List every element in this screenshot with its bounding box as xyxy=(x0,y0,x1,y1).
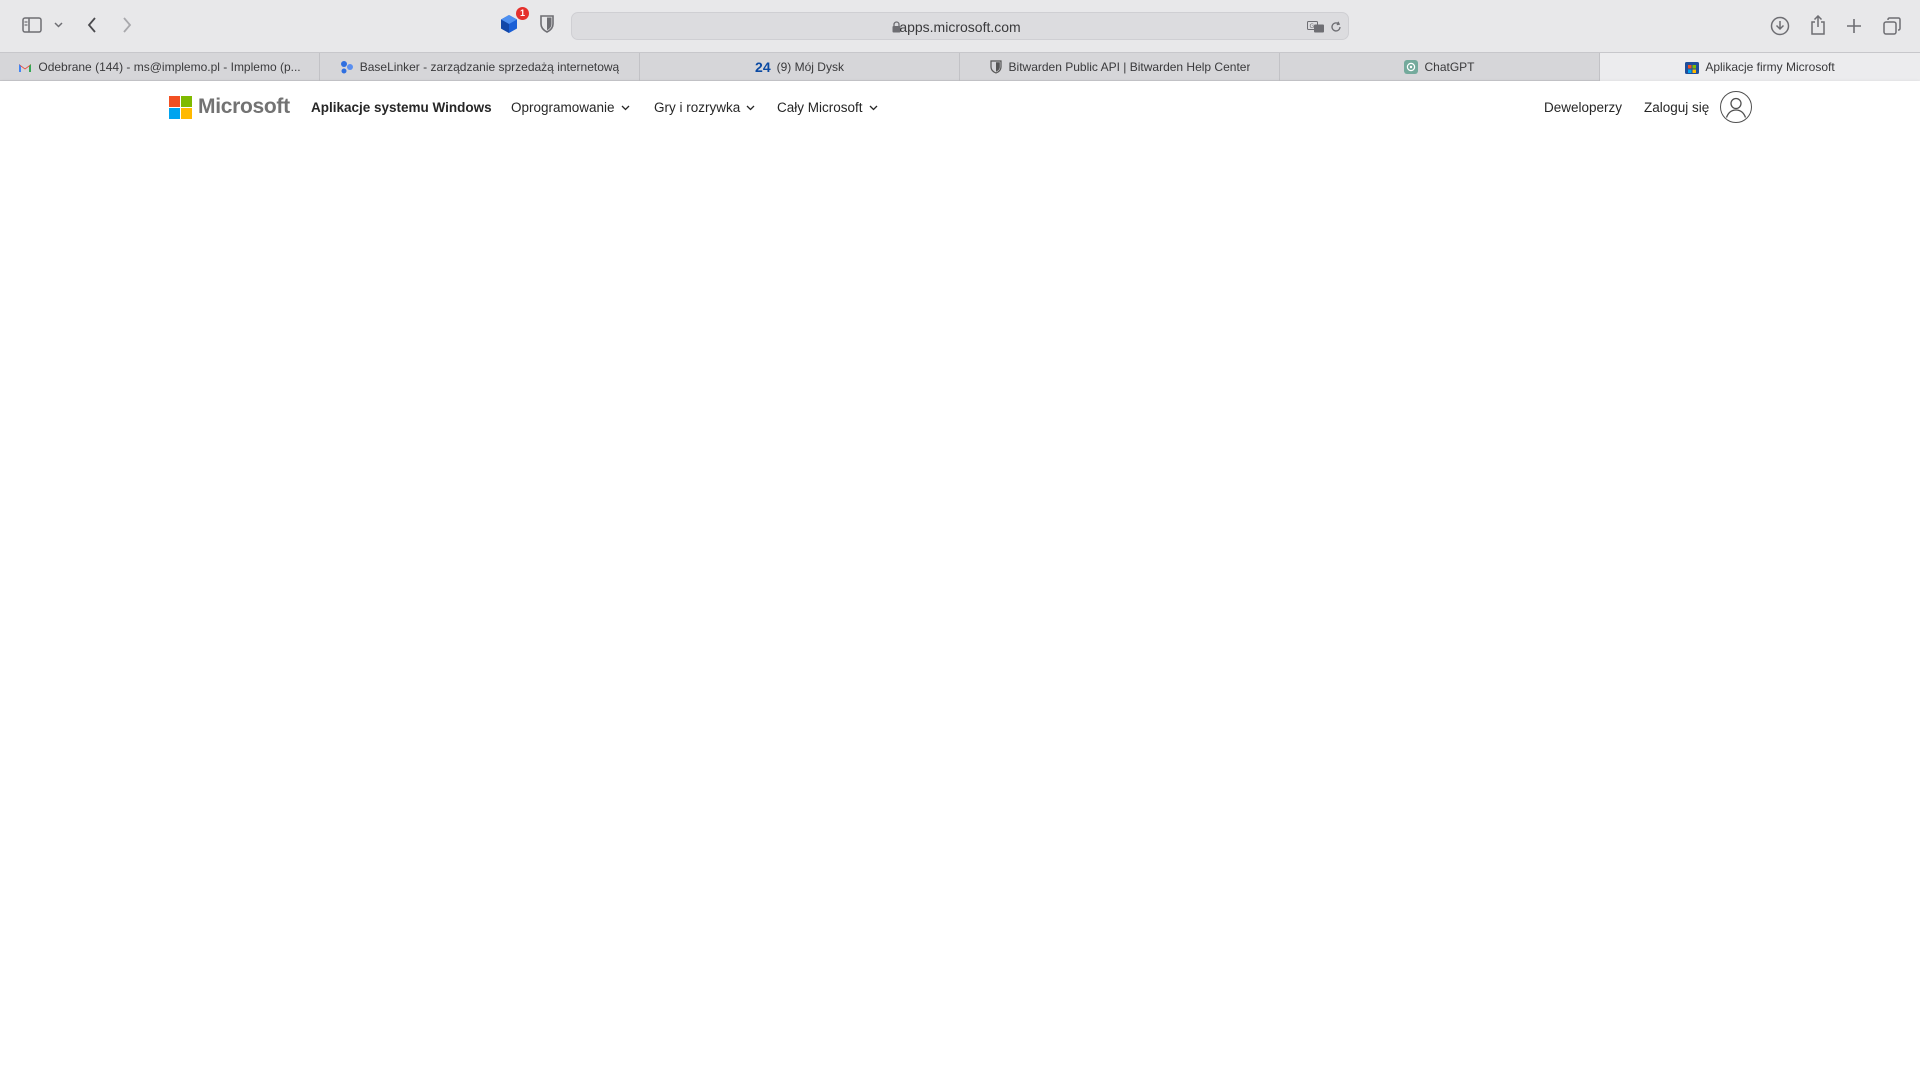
translate-icon[interactable]: G xyxy=(1306,19,1326,35)
tab-overview-icon[interactable] xyxy=(1880,14,1904,38)
chatgpt-icon xyxy=(1404,60,1419,74)
tab-bitwarden[interactable]: Bitwarden Public API | Bitwarden Help Ce… xyxy=(960,53,1280,81)
microsoft-logo-icon xyxy=(169,95,192,119)
reload-icon[interactable] xyxy=(1328,19,1344,35)
avatar[interactable] xyxy=(1720,91,1752,123)
microsoft-store-icon xyxy=(1685,60,1700,74)
gmail-icon xyxy=(18,60,32,74)
tab-gmail[interactable]: Odebrane (144) - ms@implemo.pl - Implemo… xyxy=(0,53,320,81)
microsoft-logo[interactable]: Microsoft xyxy=(169,95,290,119)
tab-label: BaseLinker - zarządzanie sprzedażą inter… xyxy=(359,60,620,74)
dysk-24-icon: 24 xyxy=(755,59,771,75)
chevron-down-icon xyxy=(746,105,755,110)
bitwarden-shield-icon xyxy=(989,60,1003,74)
nav-developers[interactable]: Deweloperzy xyxy=(1544,81,1622,134)
tab-moj-dysk[interactable]: 24 (9) Mój Dysk xyxy=(640,53,960,81)
nav-games[interactable]: Gry i rozrywka xyxy=(654,81,755,134)
forward-icon[interactable] xyxy=(117,14,137,36)
sign-in-link[interactable]: Zaloguj się xyxy=(1644,81,1709,134)
nav-software[interactable]: Oprogramowanie xyxy=(511,81,630,134)
chevron-down-icon xyxy=(869,105,877,110)
tab-chatgpt[interactable]: ChatGPT xyxy=(1280,53,1600,81)
url-text: apps.microsoft.com xyxy=(899,19,1021,35)
back-icon[interactable] xyxy=(82,14,102,36)
baselinker-icon xyxy=(340,60,354,74)
sign-in-label: Zaloguj się xyxy=(1644,100,1710,115)
bitwarden-shield-icon[interactable] xyxy=(536,13,558,35)
tab-label: Odebrane (144) - ms@implemo.pl - Implemo… xyxy=(38,60,301,74)
sidebar-toggle-icon[interactable] xyxy=(20,15,44,35)
tab-label: (9) Mój Dysk xyxy=(776,60,844,74)
tab-label: Bitwarden Public API | Bitwarden Help Ce… xyxy=(1008,60,1251,74)
new-tab-icon[interactable] xyxy=(1842,14,1866,38)
chevron-down-icon[interactable] xyxy=(52,18,64,32)
downloads-icon[interactable] xyxy=(1768,14,1792,38)
share-icon[interactable] xyxy=(1806,13,1830,37)
tab-microsoft-apps[interactable]: Aplikacje firmy Microsoft xyxy=(1600,53,1920,81)
nav-label: Aplikacje systemu Windows xyxy=(311,100,492,115)
tab-label: Aplikacje firmy Microsoft xyxy=(1705,60,1835,74)
chevron-down-icon xyxy=(621,105,630,110)
svg-text:G: G xyxy=(1310,23,1315,30)
user-icon xyxy=(1725,97,1746,118)
browser-toolbar: 1 apps.microsoft.com G xyxy=(0,0,1920,52)
nav-label: Oprogramowanie xyxy=(511,100,615,115)
site-header: Microsoft Aplikacje systemu Windows Opro… xyxy=(0,81,1920,134)
tab-bar: Odebrane (144) - ms@implemo.pl - Implemo… xyxy=(0,52,1920,81)
nav-all-microsoft[interactable]: Cały Microsoft xyxy=(777,81,878,134)
nav-windows-apps[interactable]: Aplikacje systemu Windows xyxy=(311,81,492,134)
brand-name: Microsoft xyxy=(198,95,290,118)
tab-label: ChatGPT xyxy=(1424,60,1475,74)
tab-baselinker[interactable]: BaseLinker - zarządzanie sprzedażą inter… xyxy=(320,53,640,81)
nav-label: Deweloperzy xyxy=(1544,100,1623,115)
nav-label: Cały Microsoft xyxy=(777,100,863,115)
page-content-area xyxy=(0,134,1920,1080)
address-bar[interactable]: apps.microsoft.com G xyxy=(571,12,1349,40)
extension-badge: 1 xyxy=(516,7,529,20)
nav-label: Gry i rozrywka xyxy=(654,100,741,115)
